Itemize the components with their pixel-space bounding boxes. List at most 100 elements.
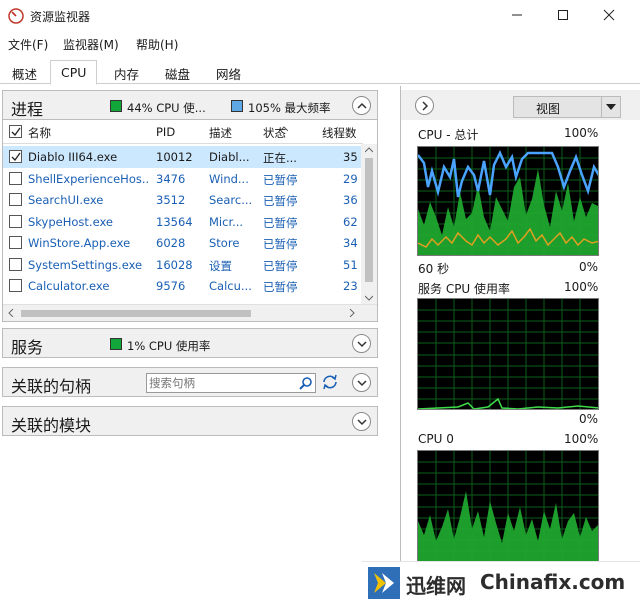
column-header-description[interactable]: 描述 xyxy=(209,125,232,141)
table-row[interactable]: Diablo III64.exe 10012 Diabl... 正在... 35 xyxy=(3,146,363,168)
watermark-logo xyxy=(368,567,400,599)
process-checkbox[interactable] xyxy=(9,236,22,249)
services-cpu-swatch xyxy=(110,338,122,350)
vertical-scroll-thumb[interactable] xyxy=(365,158,373,282)
process-description: Diabl... xyxy=(209,150,250,164)
horizontal-scroll-thumb[interactable] xyxy=(21,310,251,317)
process-pid: 10012 xyxy=(156,150,193,164)
graph-cpu0-title: CPU 0 xyxy=(418,432,454,446)
process-description: Calcu... xyxy=(209,279,252,293)
tab-disk[interactable]: 磁盘 xyxy=(155,60,200,84)
process-description: 设置 xyxy=(209,258,232,273)
menu-bar: 文件(F) 监视器(M) 帮助(H) xyxy=(0,32,640,54)
process-description: Searc... xyxy=(209,193,253,207)
tab-network[interactable]: 网络 xyxy=(206,60,251,84)
column-header-pid[interactable]: PID xyxy=(156,125,175,139)
chevron-down-icon[interactable] xyxy=(352,373,371,392)
column-header-name[interactable]: 名称 xyxy=(28,125,51,141)
process-name: SearchUI.exe xyxy=(28,193,104,207)
select-all-checkbox[interactable] xyxy=(9,125,22,138)
process-name: SkypeHost.exe xyxy=(28,214,113,229)
modules-header[interactable]: 关联的模块 xyxy=(2,406,378,436)
dropdown-arrow-icon[interactable] xyxy=(601,96,621,118)
cpu-usage-swatch xyxy=(110,100,122,112)
modules-title: 关联的模块 xyxy=(11,416,92,435)
minimize-button[interactable] xyxy=(494,0,540,30)
process-checkbox[interactable] xyxy=(9,279,22,292)
refresh-icon[interactable] xyxy=(321,374,339,393)
table-header: 名称 PID 描述 状态 线程数 xyxy=(3,120,363,144)
process-name: Diablo III64.exe xyxy=(28,150,118,164)
process-description: Store xyxy=(209,236,240,250)
processes-table: 名称 PID 描述 状态 线程数 Diablo III64.exe 10012 Di… xyxy=(2,120,378,322)
process-status: 正在... xyxy=(263,151,297,165)
process-checkbox[interactable] xyxy=(9,171,22,185)
graph-service-cpu-min: 0% xyxy=(579,412,599,426)
process-pid: 13564 xyxy=(156,214,193,229)
maximize-button[interactable] xyxy=(540,0,586,30)
table-row[interactable]: Calculator.exe 9576 Calcu... 已暂停 23 xyxy=(3,275,363,297)
graph-service-cpu xyxy=(417,298,599,410)
menu-help[interactable]: 帮助(H) xyxy=(136,36,178,53)
graph-time-span: 60 秒 xyxy=(418,262,450,276)
process-status: 已暂停 xyxy=(263,237,298,251)
chevron-down-icon[interactable] xyxy=(352,334,371,353)
watermark-text-en: Chinafix.com xyxy=(480,570,626,594)
process-status: 已暂停 xyxy=(263,172,298,187)
cpu-usage-text: 44% CPU 使... xyxy=(127,101,206,115)
handle-search-box xyxy=(146,373,316,393)
graph-cpu0 xyxy=(417,450,599,562)
process-threads: 34 xyxy=(343,236,358,250)
process-pid: 6028 xyxy=(156,236,186,250)
table-row[interactable]: SystemSettings.exe 16028 设置 已暂停 51 xyxy=(3,254,363,276)
handles-header[interactable]: 关联的句柄 xyxy=(2,367,378,397)
process-pid: 9576 xyxy=(156,279,186,293)
process-description: Wind... xyxy=(209,171,249,186)
handle-search-input[interactable] xyxy=(149,375,289,391)
close-button[interactable] xyxy=(586,0,632,30)
services-header[interactable]: 服务 1% CPU 使用率 xyxy=(2,328,378,358)
menu-monitor[interactable]: 监视器(M) xyxy=(63,36,119,53)
graph-cpu0-max: 100% xyxy=(564,432,599,446)
processes-title: 进程 xyxy=(11,100,44,119)
menu-file[interactable]: 文件(F) xyxy=(8,36,48,53)
process-status: 已暂停 xyxy=(263,258,298,273)
tab-memory[interactable]: 内存 xyxy=(104,60,149,84)
graph-service-cpu-title: 服务 CPU 使用率 xyxy=(418,282,511,296)
process-status: 已暂停 xyxy=(263,215,298,230)
vertical-scrollbar[interactable] xyxy=(361,144,377,304)
view-button[interactable]: 视图 xyxy=(513,96,603,118)
chevron-down-icon[interactable] xyxy=(352,412,371,431)
table-row[interactable]: SkypeHost.exe 13564 Micr... 已暂停 62 xyxy=(3,211,363,233)
handles-title: 关联的句柄 xyxy=(11,377,92,396)
process-checkbox[interactable] xyxy=(9,257,22,271)
table-row[interactable]: SearchUI.exe 3512 Searc... 已暂停 36 xyxy=(3,189,363,211)
process-name: WinStore.App.exe xyxy=(28,236,131,250)
process-checkbox[interactable] xyxy=(9,193,22,206)
chevron-up-icon[interactable] xyxy=(352,96,371,115)
tab-overview[interactable]: 概述 xyxy=(2,60,47,84)
process-pid: 3512 xyxy=(156,193,186,207)
process-threads: 35 xyxy=(343,150,358,164)
table-row[interactable]: WinStore.App.exe 6028 Store 已暂停 34 xyxy=(3,232,363,254)
horizontal-scrollbar[interactable] xyxy=(3,304,377,321)
table-row[interactable]: ShellExperienceHos... 3476 Wind... 已暂停 29 xyxy=(3,168,363,190)
process-threads: 23 xyxy=(343,279,358,293)
process-name: SystemSettings.exe xyxy=(28,257,143,272)
search-icon[interactable] xyxy=(299,376,313,393)
chevron-right-icon[interactable] xyxy=(415,96,434,115)
tab-cpu[interactable]: CPU xyxy=(50,60,98,85)
graph-cpu-total xyxy=(417,146,599,256)
process-threads: 62 xyxy=(343,214,358,229)
graph-cpu-total-max: 100% xyxy=(564,126,599,140)
process-checkbox[interactable] xyxy=(9,150,22,163)
services-cpu-text: 1% CPU 使用率 xyxy=(127,339,211,353)
processes-header[interactable]: 进程 44% CPU 使... 105% 最大频率 xyxy=(2,90,378,120)
sort-arrow-icon xyxy=(279,120,289,134)
column-header-threads[interactable]: 线程数 xyxy=(322,125,357,141)
window-title: 资源监视器 xyxy=(30,10,91,24)
graph-service-cpu-max: 100% xyxy=(564,280,599,294)
process-threads: 29 xyxy=(343,171,358,186)
process-name: ShellExperienceHos... xyxy=(28,171,150,186)
process-checkbox[interactable] xyxy=(9,214,22,228)
